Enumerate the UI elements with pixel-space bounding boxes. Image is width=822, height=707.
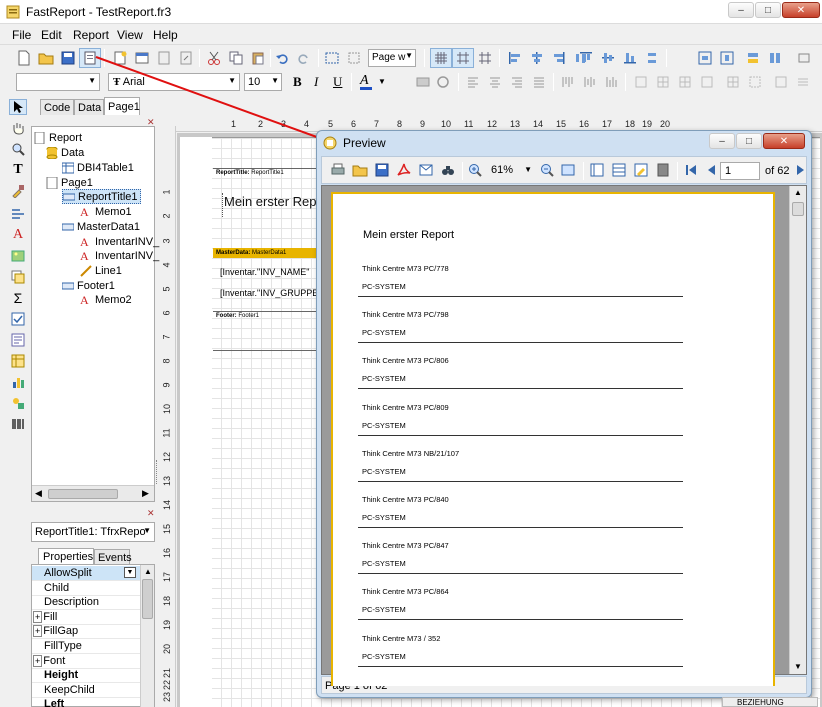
find-icon[interactable] <box>437 160 459 180</box>
entry-group: PC-SYSTEM <box>362 328 406 338</box>
scroll-up-icon[interactable]: ▲ <box>794 188 802 197</box>
entry-separator-line <box>358 527 683 528</box>
entry-name: Think Centre M73 PC/798 <box>362 310 449 320</box>
entry-name: Think Centre M73 PC/864 <box>362 587 449 597</box>
page-setup-icon[interactable] <box>652 160 674 180</box>
preview-title: Preview <box>343 136 386 150</box>
entry-separator-line <box>358 434 683 436</box>
zoom-in-icon[interactable] <box>464 160 486 180</box>
chevron-down-icon: ▼ <box>524 165 532 174</box>
prev-page-icon[interactable] <box>700 160 722 180</box>
preview-app-icon <box>323 136 337 150</box>
zoom-select[interactable]: 61% ▼ <box>488 162 534 180</box>
page-number-input[interactable]: 1 <box>720 162 760 180</box>
preview-toolbar: 61% ▼ 1 of 62 <box>321 156 807 184</box>
preview-close-button[interactable]: ✕ <box>763 133 805 149</box>
entry-name: Think Centre M73 PC/778 <box>362 264 449 273</box>
entry-group: PC-SYSTEM <box>362 374 406 384</box>
save-icon[interactable] <box>371 160 393 180</box>
entry-separator-line <box>358 480 683 482</box>
entry-group: PC-SYSTEM <box>362 605 406 615</box>
print-icon[interactable] <box>327 160 349 180</box>
edit-page-icon[interactable] <box>630 160 652 180</box>
entry-group: PC-SYSTEM <box>362 513 406 522</box>
background-label: BEZIEHUNG <box>722 697 818 707</box>
email-icon[interactable] <box>415 160 437 180</box>
entry-group: PC-SYSTEM <box>362 420 406 430</box>
first-page-icon[interactable] <box>680 160 702 180</box>
preview-minimize-button[interactable]: – <box>709 133 735 149</box>
entry-group: PC-SYSTEM <box>362 466 406 476</box>
entry-name: Think Centre M73 PC/806 <box>362 356 449 366</box>
preview-vscrollbar[interactable]: ▲ ▼ <box>789 186 806 674</box>
entry-group: PC-SYSTEM <box>362 651 406 661</box>
thumbnails-icon[interactable] <box>608 160 630 180</box>
full-screen-icon[interactable] <box>557 160 579 180</box>
entry-name: Think Centre M73 PC/809 <box>362 402 449 412</box>
entry-separator-line <box>358 619 683 621</box>
scroll-down-icon[interactable]: ▼ <box>794 662 802 671</box>
entry-name: Think Centre M73 / 352 <box>362 633 441 643</box>
outline-icon[interactable] <box>586 160 608 180</box>
preview-maximize-button[interactable]: □ <box>736 133 762 149</box>
entry-name: Think Centre M73 PC/840 <box>362 495 449 504</box>
zoom-out-icon[interactable] <box>536 160 558 180</box>
entry-group: PC-SYSTEM <box>362 559 406 569</box>
entry-separator-line <box>358 388 683 390</box>
entry-separator-line <box>358 573 683 575</box>
next-page-icon[interactable] <box>794 160 808 180</box>
page-count-label: of 62 <box>765 165 790 177</box>
pdf-export-icon[interactable] <box>393 160 415 180</box>
report-title-text: Mein erster Report <box>363 229 455 241</box>
entry-separator-line <box>358 296 683 297</box>
entry-separator-line <box>358 342 683 344</box>
entry-name: Think Centre M73 NB/21/107 <box>362 448 460 458</box>
entry-separator-line <box>358 665 683 667</box>
entry-group: PC-SYSTEM <box>362 282 406 291</box>
open-icon[interactable] <box>349 160 371 180</box>
entry-name: Think Centre M73 PC/847 <box>362 541 449 551</box>
